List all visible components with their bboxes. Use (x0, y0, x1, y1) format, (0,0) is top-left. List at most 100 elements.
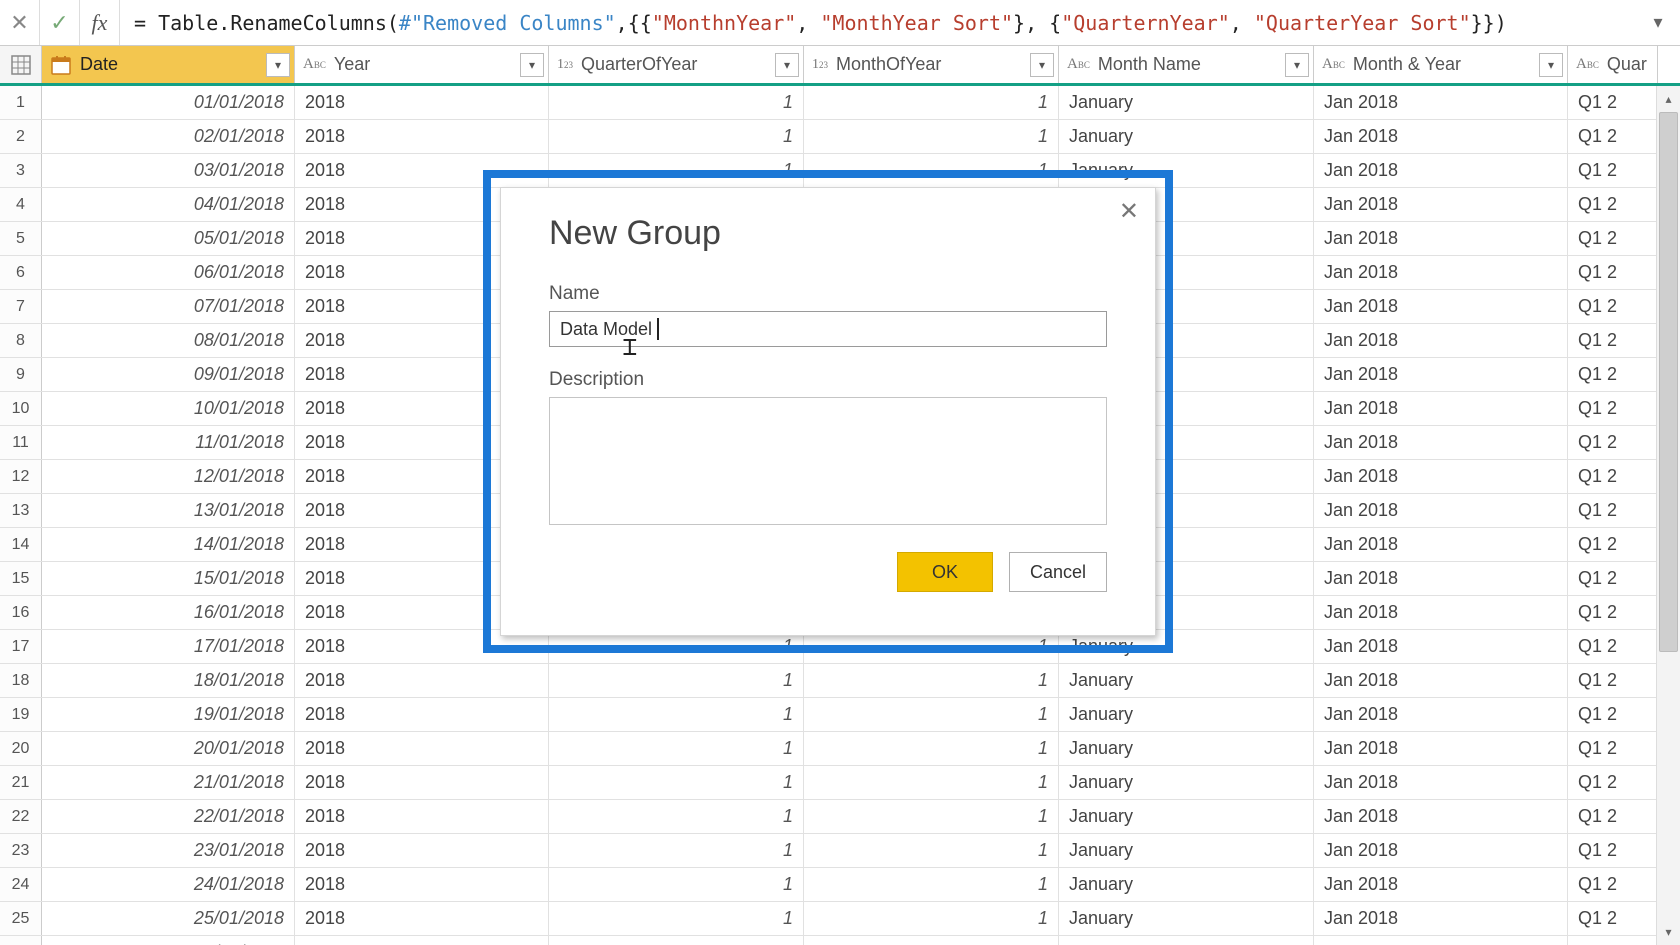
cell-quarter[interactable]: Q1 2 (1568, 188, 1658, 221)
ok-button[interactable]: OK (897, 552, 993, 592)
cell-monthandyear[interactable]: Jan 2018 (1314, 358, 1568, 391)
cell-monthandyear[interactable]: Jan 2018 (1314, 902, 1568, 935)
cell-monthofyear[interactable]: 1 (804, 766, 1059, 799)
table-row[interactable]: 2626/01/2018201811JanuaryJan 2018Q1 2 (0, 936, 1680, 945)
column-filter-button[interactable]: ▾ (520, 53, 544, 77)
cell-monthandyear[interactable]: Jan 2018 (1314, 766, 1568, 799)
cell-date[interactable]: 25/01/2018 (42, 902, 295, 935)
cell-quarter[interactable]: Q1 2 (1568, 902, 1658, 935)
column-header-quarter[interactable]: ABC Quar (1568, 46, 1658, 83)
formula-cancel-button[interactable]: ✕ (0, 0, 40, 45)
cell-date[interactable]: 16/01/2018 (42, 596, 295, 629)
cell-quarter[interactable]: Q1 2 (1568, 868, 1658, 901)
cell-monthandyear[interactable]: Jan 2018 (1314, 256, 1568, 289)
row-number[interactable]: 22 (0, 800, 42, 833)
cell-monthname[interactable]: January (1059, 698, 1314, 731)
row-number[interactable]: 9 (0, 358, 42, 391)
cell-monthandyear[interactable]: Jan 2018 (1314, 426, 1568, 459)
cell-monthofyear[interactable]: 1 (804, 86, 1059, 119)
name-input[interactable] (549, 311, 1107, 347)
cell-monthofyear[interactable]: 1 (804, 664, 1059, 697)
scroll-track[interactable] (1657, 112, 1680, 919)
cell-monthandyear[interactable]: Jan 2018 (1314, 698, 1568, 731)
table-row[interactable]: 2020/01/2018201811JanuaryJan 2018Q1 2 (0, 732, 1680, 766)
cell-quarter[interactable]: Q1 2 (1568, 358, 1658, 391)
formula-input[interactable]: = Table.RenameColumns(#"Removed Columns"… (120, 0, 1636, 45)
cell-date[interactable]: 07/01/2018 (42, 290, 295, 323)
cell-quarterofyear[interactable]: 1 (549, 868, 804, 901)
cell-date[interactable]: 05/01/2018 (42, 222, 295, 255)
cell-date[interactable]: 03/01/2018 (42, 154, 295, 187)
row-number[interactable]: 13 (0, 494, 42, 527)
cell-date[interactable]: 18/01/2018 (42, 664, 295, 697)
cell-monthandyear[interactable]: Jan 2018 (1314, 800, 1568, 833)
column-filter-button[interactable]: ▾ (1030, 53, 1054, 77)
cell-monthname[interactable]: January (1059, 834, 1314, 867)
cell-monthandyear[interactable]: Jan 2018 (1314, 936, 1568, 945)
column-header-date[interactable]: Date ▾ (42, 46, 295, 83)
cell-quarter[interactable]: Q1 2 (1568, 256, 1658, 289)
cell-quarter[interactable]: Q1 2 (1568, 154, 1658, 187)
table-row[interactable]: 101/01/2018201811JanuaryJan 2018Q1 2 (0, 86, 1680, 120)
row-number[interactable]: 1 (0, 86, 42, 119)
cell-date[interactable]: 24/01/2018 (42, 868, 295, 901)
cell-quarterofyear[interactable]: 1 (549, 120, 804, 153)
cell-monthname[interactable]: January (1059, 120, 1314, 153)
cell-monthandyear[interactable]: Jan 2018 (1314, 290, 1568, 323)
table-row[interactable]: 2222/01/2018201811JanuaryJan 2018Q1 2 (0, 800, 1680, 834)
cell-year[interactable]: 2018 (295, 86, 549, 119)
row-number[interactable]: 17 (0, 630, 42, 663)
cell-monthofyear[interactable]: 1 (804, 834, 1059, 867)
cell-date[interactable]: 08/01/2018 (42, 324, 295, 357)
cell-date[interactable]: 09/01/2018 (42, 358, 295, 391)
cell-quarter[interactable]: Q1 2 (1568, 766, 1658, 799)
row-number[interactable]: 6 (0, 256, 42, 289)
row-number[interactable]: 8 (0, 324, 42, 357)
cell-monthname[interactable]: January (1059, 766, 1314, 799)
cell-monthofyear[interactable]: 1 (804, 120, 1059, 153)
row-number[interactable]: 12 (0, 460, 42, 493)
cell-quarterofyear[interactable]: 1 (549, 902, 804, 935)
row-number[interactable]: 4 (0, 188, 42, 221)
cell-monthandyear[interactable]: Jan 2018 (1314, 222, 1568, 255)
cell-monthname[interactable]: January (1059, 902, 1314, 935)
cell-year[interactable]: 2018 (295, 834, 549, 867)
column-header-year[interactable]: ABC Year ▾ (295, 46, 549, 83)
row-number[interactable]: 5 (0, 222, 42, 255)
cell-monthname[interactable]: January (1059, 664, 1314, 697)
formula-commit-button[interactable]: ✓ (40, 0, 80, 45)
table-row[interactable]: 2525/01/2018201811JanuaryJan 2018Q1 2 (0, 902, 1680, 936)
cell-quarter[interactable]: Q1 2 (1568, 460, 1658, 493)
cell-monthandyear[interactable]: Jan 2018 (1314, 528, 1568, 561)
cell-monthofyear[interactable]: 1 (804, 936, 1059, 945)
cell-quarter[interactable]: Q1 2 (1568, 494, 1658, 527)
table-row[interactable]: 202/01/2018201811JanuaryJan 2018Q1 2 (0, 120, 1680, 154)
cell-monthname[interactable]: January (1059, 86, 1314, 119)
row-number[interactable]: 19 (0, 698, 42, 731)
cell-date[interactable]: 02/01/2018 (42, 120, 295, 153)
cell-quarter[interactable]: Q1 2 (1568, 86, 1658, 119)
select-all-corner[interactable] (0, 46, 42, 83)
cell-quarter[interactable]: Q1 2 (1568, 664, 1658, 697)
column-filter-button[interactable]: ▾ (266, 53, 290, 77)
cell-monthandyear[interactable]: Jan 2018 (1314, 392, 1568, 425)
table-row[interactable]: 1919/01/2018201811JanuaryJan 2018Q1 2 (0, 698, 1680, 732)
cell-date[interactable]: 17/01/2018 (42, 630, 295, 663)
cell-date[interactable]: 11/01/2018 (42, 426, 295, 459)
row-number[interactable]: 11 (0, 426, 42, 459)
scroll-thumb[interactable] (1659, 112, 1678, 652)
row-number[interactable]: 7 (0, 290, 42, 323)
row-number[interactable]: 24 (0, 868, 42, 901)
cell-monthandyear[interactable]: Jan 2018 (1314, 460, 1568, 493)
cell-quarterofyear[interactable]: 1 (549, 86, 804, 119)
cell-year[interactable]: 2018 (295, 664, 549, 697)
cell-quarter[interactable]: Q1 2 (1568, 528, 1658, 561)
row-number[interactable]: 10 (0, 392, 42, 425)
scroll-up-button[interactable]: ▴ (1657, 86, 1680, 112)
cell-date[interactable]: 21/01/2018 (42, 766, 295, 799)
cell-date[interactable]: 13/01/2018 (42, 494, 295, 527)
cell-quarter[interactable]: Q1 2 (1568, 936, 1658, 945)
table-row[interactable]: 2424/01/2018201811JanuaryJan 2018Q1 2 (0, 868, 1680, 902)
cell-date[interactable]: 20/01/2018 (42, 732, 295, 765)
cell-monthname[interactable]: January (1059, 936, 1314, 945)
